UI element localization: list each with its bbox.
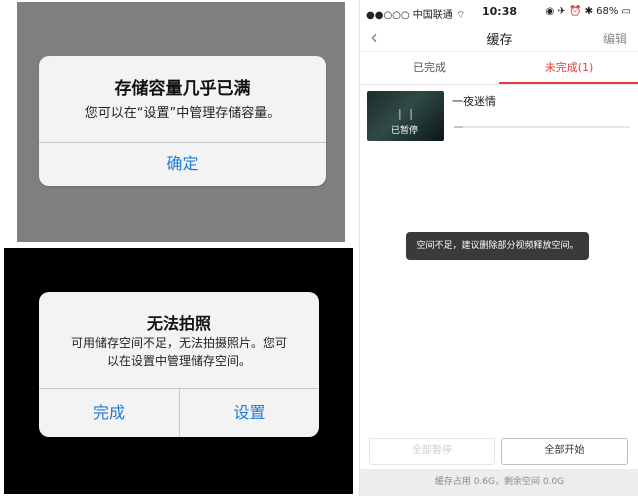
cache-screen: ●●○○○ 中国联通 ⌔ 10:38 ◉ ✈ ⏰ ✱ 68% ▭ ‹ 缓存 编辑…	[359, 0, 638, 496]
tab-completed[interactable]: 已完成	[360, 52, 499, 85]
camera-screenshot: 无法拍照 可用储存空间不足，无法拍摄照片。您可 以在设置中管理储存空间。 完成 …	[4, 248, 353, 494]
battery-indicator: ◉ ✈ ⏰ ✱ 68% ▭	[545, 6, 631, 17]
status-bar: ●●○○○ 中国联通 ⌔ 10:38 ◉ ✈ ⏰ ✱ 68% ▭	[360, 0, 638, 24]
done-button[interactable]: 完成	[39, 388, 179, 437]
pause-icon: | |	[398, 107, 415, 120]
page-title: 缓存	[486, 33, 513, 48]
ok-button[interactable]: 确定	[39, 142, 326, 186]
alert-message-line2: 以在设置中管理储存空间。	[106, 354, 251, 368]
alert-title: 存储容量几乎已满	[114, 79, 251, 99]
list-item[interactable]: | | 已暂停 一夜迷情	[360, 85, 638, 147]
toast-message: 空间不足，建议删除部分视频释放空间。	[406, 232, 589, 260]
storage-usage-footer: 缓存占用 0.6G，剩余空间 0.0G	[360, 469, 638, 496]
tab-incomplete[interactable]: 未完成(1)	[499, 52, 638, 85]
download-progress-track	[454, 126, 630, 128]
active-tab-indicator	[499, 82, 638, 84]
video-thumbnail: | | 已暂停	[367, 91, 444, 141]
video-title: 一夜迷情	[452, 95, 496, 108]
edit-button[interactable]: 编辑	[603, 30, 627, 47]
pause-all-button[interactable]: 全部暂停	[369, 438, 495, 465]
settings-button[interactable]: 设置	[180, 388, 319, 437]
storage-full-alert: 存储容量几乎已满 您可以在“设置”中管理存储容量。 确定	[39, 56, 326, 186]
paused-label: 已暂停	[391, 126, 419, 136]
nav-bar: ‹ 缓存 编辑	[360, 24, 638, 52]
download-progress-fill	[454, 126, 463, 128]
start-all-button[interactable]: 全部开始	[501, 438, 628, 465]
alert-message: 您可以在“设置”中管理存储容量。	[84, 106, 281, 121]
alert-message-line1: 可用储存空间不足，无法拍摄照片。您可	[70, 336, 287, 350]
cache-tabs: 已完成 未完成(1)	[360, 52, 638, 85]
storage-full-screenshot: 存储容量几乎已满 您可以在“设置”中管理存储容量。 确定	[17, 2, 345, 242]
cannot-take-photo-alert: 无法拍照 可用储存空间不足，无法拍摄照片。您可 以在设置中管理储存空间。 完成 …	[39, 292, 319, 437]
alert-title: 无法拍照	[146, 314, 211, 333]
